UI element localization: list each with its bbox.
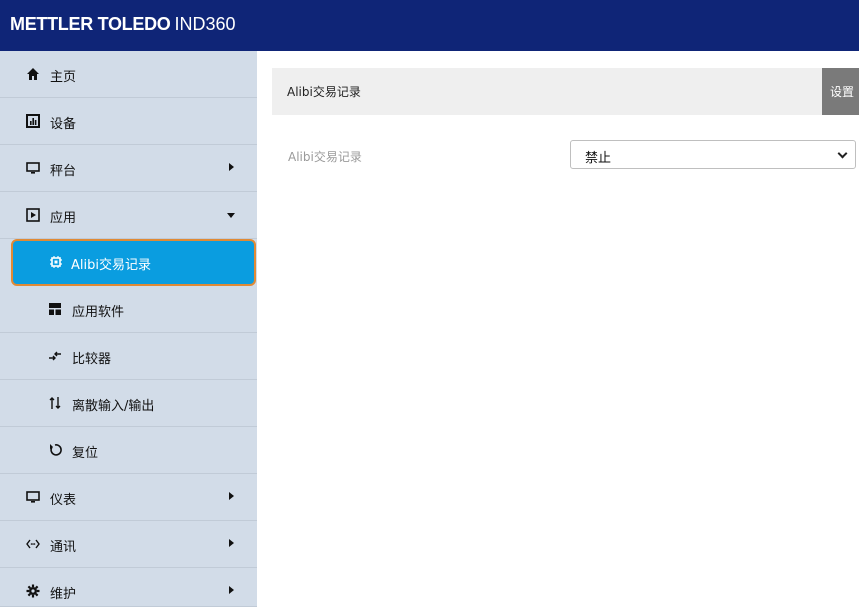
top-bar: METTLER TOLEDO IND360	[0, 0, 859, 51]
sidebar-item-scale[interactable]: 秤台	[0, 145, 257, 192]
chip-icon	[50, 256, 62, 268]
monitor-icon	[26, 491, 40, 503]
sidebar-item-label: 复位	[72, 446, 99, 461]
brand-name: METTLER TOLEDO	[10, 14, 171, 34]
sidebar-item-label: 维护	[50, 587, 77, 602]
sidebar-item-label: 仪表	[50, 493, 77, 508]
alibi-field-label: Alibi交易记录	[288, 150, 362, 164]
app-icon	[49, 303, 61, 315]
chevron-right-icon	[229, 539, 234, 547]
play-box-icon	[26, 208, 40, 222]
device-model: IND360	[174, 14, 236, 34]
sidebar-item-label: 应用	[50, 211, 77, 226]
sidebar-item-label: 应用软件	[72, 305, 125, 320]
sidebar-item-communication[interactable]: 通讯	[0, 521, 257, 568]
chart-icon	[26, 114, 40, 128]
chevron-right-icon	[229, 492, 234, 500]
home-icon	[27, 68, 39, 80]
sidebar-item-maintenance[interactable]: 维护	[0, 568, 257, 607]
brand-logo: METTLER TOLEDO IND360	[10, 14, 236, 35]
reset-icon	[50, 444, 62, 456]
sidebar-item-label: 通讯	[50, 540, 77, 555]
sidebar-item-label: 主页	[50, 70, 77, 85]
settings-button[interactable]: 设置	[822, 68, 859, 115]
alibi-mode-select[interactable]: 禁止	[570, 140, 856, 169]
sidebar-item-comparator[interactable]: 比较器	[0, 333, 257, 380]
io-icon	[49, 397, 61, 409]
chevron-right-icon	[229, 586, 234, 594]
monitor-icon	[26, 162, 40, 174]
gear-icon	[26, 584, 40, 598]
sidebar-item-application[interactable]: 应用	[0, 192, 257, 239]
compare-icon	[49, 351, 61, 361]
sidebar-item-alibi[interactable]: Alibi交易记录	[11, 239, 256, 286]
sidebar-item-devices[interactable]: 设备	[0, 98, 257, 145]
content-header: Alibi交易记录	[272, 68, 823, 115]
chevron-right-icon	[229, 163, 234, 171]
sidebar-item-terminal[interactable]: 仪表	[0, 474, 257, 521]
page-title: Alibi交易记录	[287, 85, 361, 99]
chevron-down-icon	[837, 148, 848, 159]
sidebar-item-label: Alibi交易记录	[71, 258, 151, 273]
sidebar-item-label: 设备	[50, 117, 77, 132]
sidebar-item-label: 离散输入/输出	[72, 399, 155, 414]
sidebar-item-home[interactable]: 主页	[0, 51, 257, 98]
sidebar-item-label: 比较器	[72, 352, 112, 367]
sidebar-item-discrete-io[interactable]: 离散输入/输出	[0, 380, 257, 427]
chevron-down-icon	[227, 213, 235, 218]
alibi-mode-value: 禁止	[585, 151, 612, 166]
sidebar-item-label: 秤台	[50, 164, 77, 179]
sidebar-item-reset[interactable]: 复位	[0, 427, 257, 474]
sidebar-item-app-software[interactable]: 应用软件	[0, 286, 257, 333]
code-icon	[26, 539, 40, 549]
